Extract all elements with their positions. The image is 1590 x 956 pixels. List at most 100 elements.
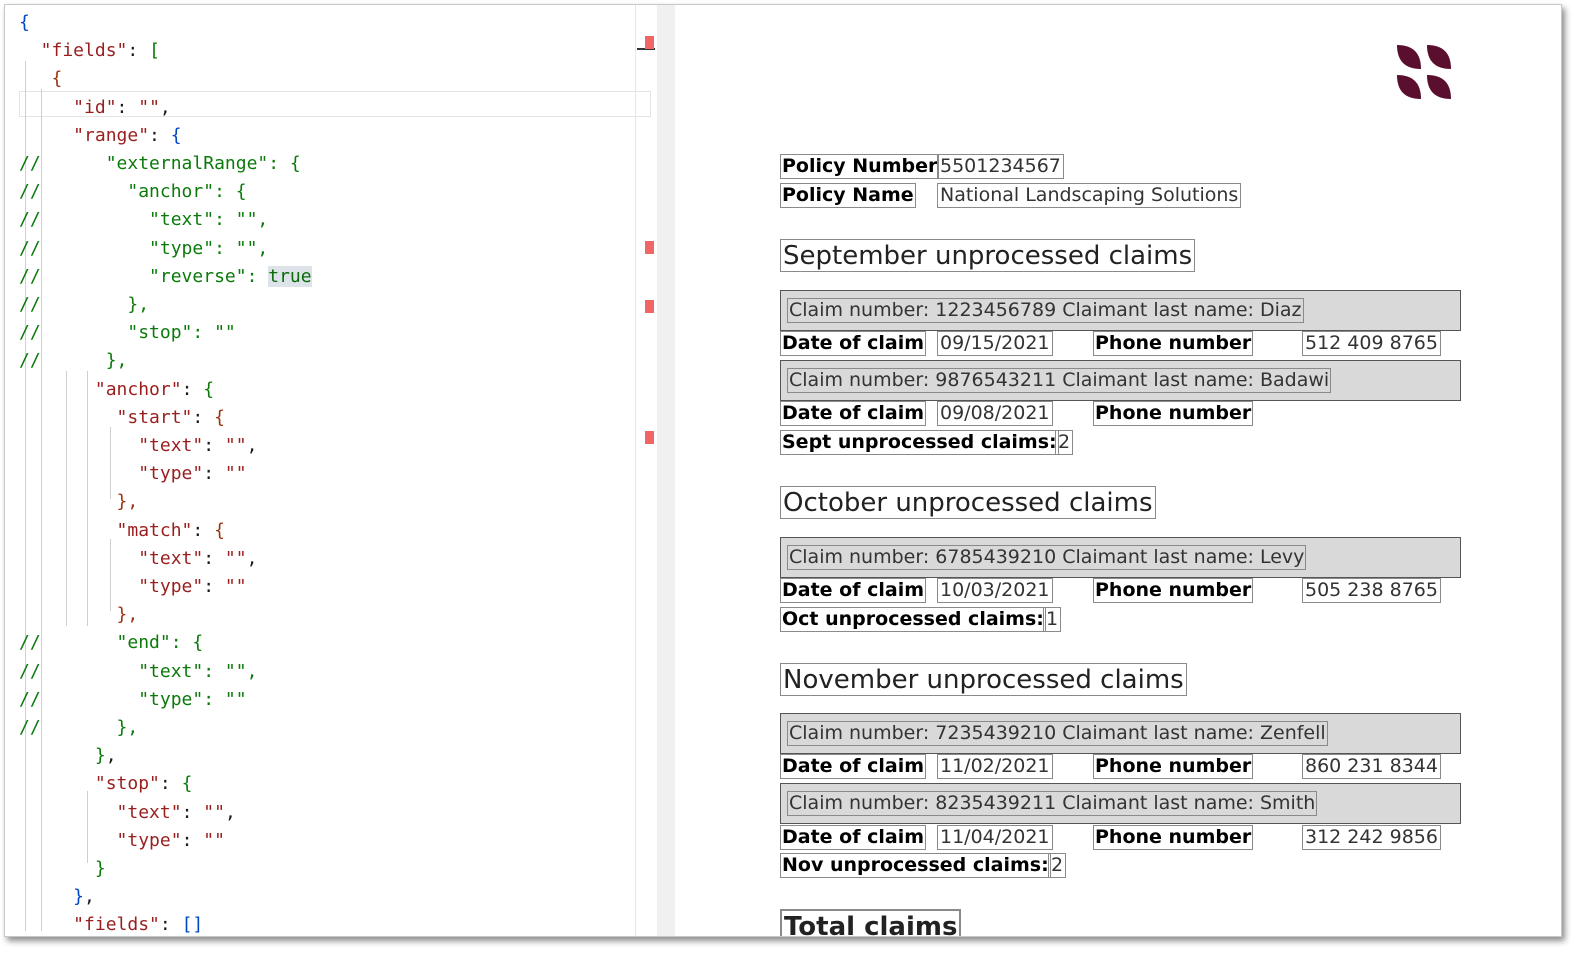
- code-line[interactable]: "anchor": {: [19, 376, 214, 404]
- pane-splitter[interactable]: [657, 5, 1320, 936]
- code-token: "": [224, 463, 247, 485]
- section-heading: November unprocessed claims: [780, 663, 1187, 696]
- code-line[interactable]: // "stop": "": [19, 319, 236, 347]
- code-token: // "anchor": {: [19, 181, 247, 203]
- code-line[interactable]: },: [19, 488, 139, 516]
- code-token: {: [19, 12, 30, 33]
- date-of-claim-label: Date of claim: [780, 825, 927, 850]
- code-line[interactable]: "type": "": [19, 573, 247, 601]
- code-token: "type": [19, 829, 182, 851]
- code-token: },: [19, 491, 139, 513]
- editor-scrollbar[interactable]: [635, 5, 657, 936]
- code-line[interactable]: // "type": "": [19, 686, 247, 714]
- claim-summary: Claim number: 9876543211 Claimant last n…: [787, 368, 1332, 393]
- code-line[interactable]: "match": {: [19, 517, 225, 545]
- code-line[interactable]: // },: [19, 347, 127, 375]
- unprocessed-count-value: 2: [1055, 430, 1074, 455]
- date-of-claim-value: 09/08/2021: [937, 401, 1053, 426]
- code-token: "": [224, 576, 247, 597]
- error-marker[interactable]: [645, 241, 654, 254]
- code-token: :: [116, 96, 139, 118]
- code-token: {: [203, 378, 215, 400]
- code-token: }: [19, 745, 106, 767]
- code-token: ,: [105, 745, 117, 767]
- code-line[interactable]: },: [19, 883, 95, 911]
- code-line[interactable]: "text": "",: [19, 545, 257, 573]
- code-line[interactable]: // "text": "",: [19, 206, 268, 234]
- phone-number-label: Phone number: [1093, 331, 1254, 356]
- code-line[interactable]: "start": {: [19, 404, 225, 432]
- code-token: // "text": "",: [19, 209, 269, 231]
- code-line[interactable]: },: [19, 601, 139, 629]
- code-token: :: [127, 40, 150, 62]
- code-token: "match": [19, 519, 193, 541]
- code-token: "stop": [19, 773, 160, 795]
- date-of-claim-label: Date of claim: [780, 331, 927, 356]
- phone-number-value: 512 409 8765: [1302, 331, 1441, 356]
- code-line[interactable]: "type": "": [19, 827, 225, 855]
- code-line[interactable]: "range": {: [19, 122, 181, 150]
- phone-number-label: Phone number: [1093, 754, 1254, 779]
- code-token: "": [138, 96, 160, 118]
- claim-bar: Claim number: 1223456789 Claimant last n…: [780, 290, 1461, 331]
- code-token: // },: [19, 717, 139, 738]
- code-line[interactable]: // },: [19, 714, 138, 742]
- code-line[interactable]: // "text": "",: [19, 658, 257, 686]
- code-token: [: [149, 40, 160, 62]
- unprocessed-count-value: 2: [1048, 853, 1067, 878]
- code-line[interactable]: "id": "",: [19, 94, 171, 122]
- code-token: :: [203, 463, 225, 485]
- code-token: :: [181, 801, 204, 823]
- code-editor[interactable]: { "fields": [ { "id": "", "range": {// "…: [5, 5, 657, 936]
- error-marker[interactable]: [645, 36, 654, 49]
- code-token: true: [268, 265, 312, 287]
- code-line[interactable]: // "type": "",: [19, 235, 268, 263]
- code-token: :: [149, 124, 171, 146]
- code-token: ,: [246, 547, 258, 569]
- claim-summary: Claim number: 1223456789 Claimant last n…: [787, 298, 1304, 323]
- code-line[interactable]: "fields": [: [19, 37, 160, 65]
- code-line[interactable]: // },: [19, 291, 149, 319]
- code-line[interactable]: "text": "",: [19, 799, 236, 827]
- date-of-claim-value: 09/15/2021: [937, 331, 1053, 356]
- code-token: ,: [246, 435, 258, 456]
- code-token: "": [203, 829, 225, 851]
- code-token: // },: [19, 350, 128, 372]
- claim-bar: Claim number: 8235439211 Claimant last n…: [780, 783, 1461, 824]
- date-of-claim-label: Date of claim: [780, 578, 927, 603]
- code-line[interactable]: {: [19, 9, 30, 37]
- code-token: {: [214, 519, 225, 541]
- code-token: }: [19, 886, 85, 908]
- code-token: "text": [19, 435, 204, 456]
- code-token: :: [159, 773, 182, 795]
- phone-number-value: 860 231 8344: [1302, 754, 1441, 779]
- code-token: "": [224, 435, 247, 456]
- code-line[interactable]: // "anchor": {: [19, 178, 247, 206]
- code-line[interactable]: "stop": {: [19, 770, 193, 798]
- code-token: // "type": "",: [19, 237, 269, 259]
- error-marker[interactable]: [645, 300, 654, 313]
- code-token: "range": [19, 124, 150, 146]
- date-of-claim-value: 11/02/2021: [937, 754, 1053, 779]
- code-line[interactable]: {: [19, 65, 63, 93]
- code-line[interactable]: },: [19, 742, 117, 770]
- claim-summary: Claim number: 7235439210 Claimant last n…: [787, 721, 1328, 746]
- code-token: "start": [19, 406, 193, 428]
- brand-logo-icon: [1397, 45, 1451, 99]
- claim-bar: Claim number: 7235439210 Claimant last n…: [780, 713, 1461, 754]
- date-of-claim-label: Date of claim: [780, 754, 927, 779]
- code-token: :: [181, 829, 204, 851]
- error-marker[interactable]: [645, 431, 654, 444]
- code-token: },: [19, 604, 139, 626]
- code-token: ,: [84, 886, 95, 908]
- code-line[interactable]: "text": "",: [19, 432, 257, 460]
- code-token: "id": [19, 96, 117, 118]
- code-line[interactable]: }: [19, 855, 106, 883]
- code-token: // "stop": "": [19, 322, 236, 344]
- code-line[interactable]: "type": "": [19, 460, 247, 488]
- code-line[interactable]: "fields": []: [19, 911, 203, 936]
- code-line[interactable]: // "reverse": true: [19, 263, 312, 291]
- policy-number-label: Policy Number: [780, 154, 940, 179]
- code-line[interactable]: // "end": {: [19, 629, 203, 657]
- code-line[interactable]: // "externalRange": {: [19, 150, 301, 178]
